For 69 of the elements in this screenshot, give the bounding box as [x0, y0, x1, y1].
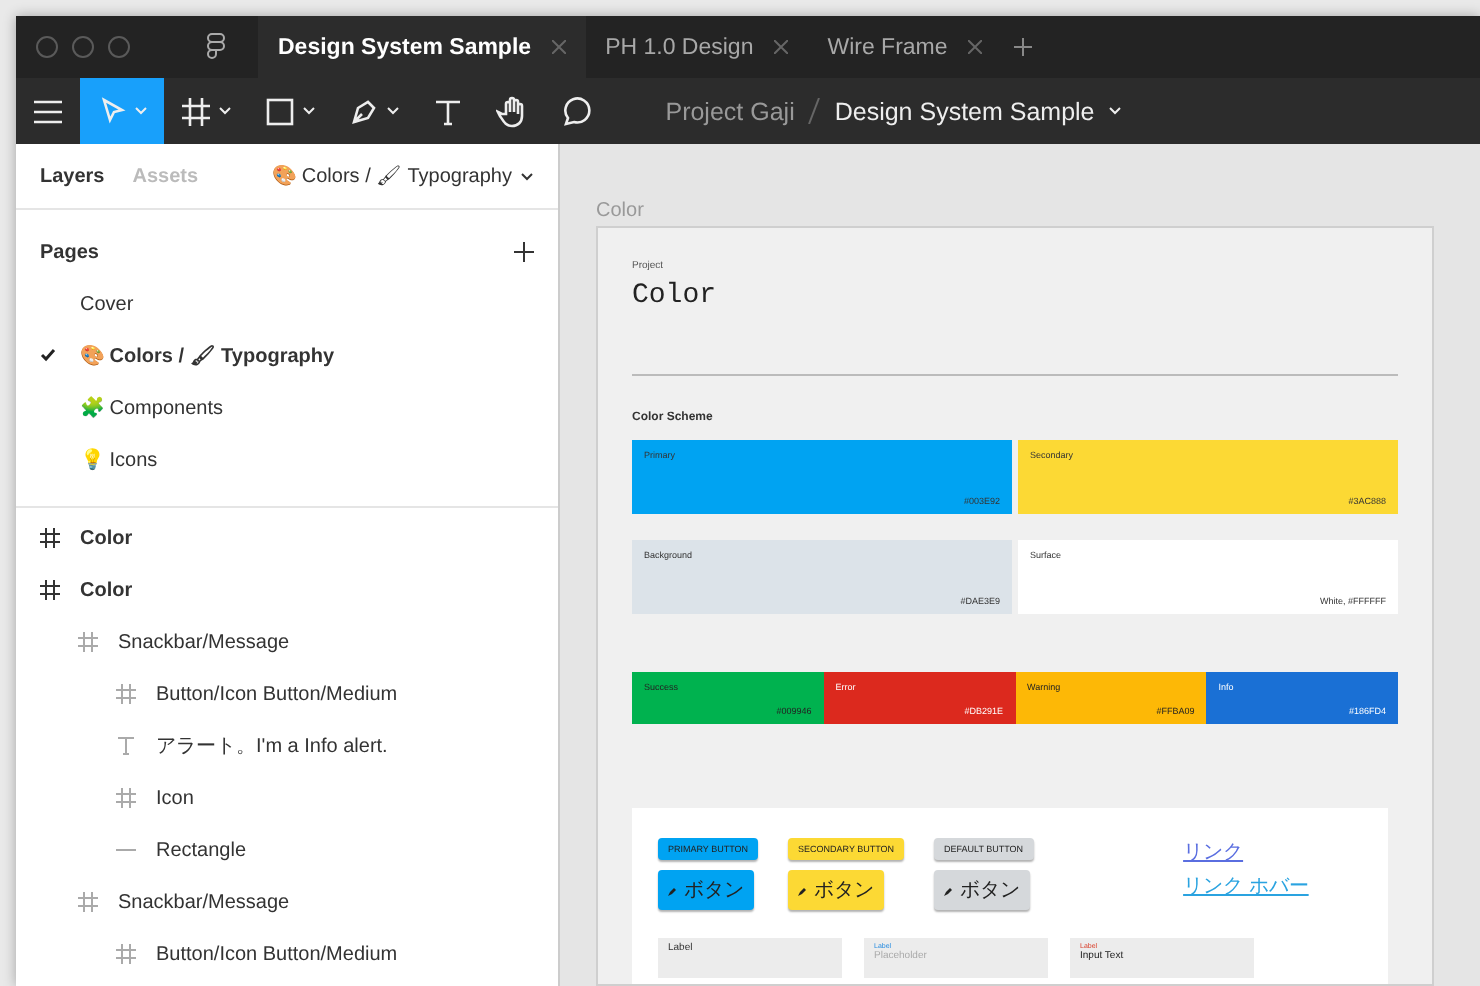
layer-name: Button/Icon Button/Medium — [156, 683, 398, 705]
cursor-icon — [96, 95, 128, 127]
caret-icon — [134, 106, 148, 116]
check-icon — [40, 348, 56, 362]
page-item[interactable]: Cover — [16, 278, 558, 330]
sample-icon-button[interactable]: ボタン — [788, 870, 885, 911]
layer-item[interactable]: Button/Icon Button/Medium — [16, 928, 558, 980]
line-icon — [116, 848, 136, 852]
page-item[interactable]: 🧩 Components — [16, 382, 558, 434]
layer-item[interactable]: Icon — [16, 772, 558, 824]
panel-tab[interactable]: Layers — [40, 165, 105, 187]
add-page-icon[interactable] — [514, 242, 534, 262]
frame-title: Color — [632, 280, 719, 312]
layer-name: Snackbar/Message — [118, 631, 290, 653]
file-tab[interactable]: PH 1.0 Design — [585, 16, 808, 78]
sample-icon-button[interactable]: ボタン — [934, 870, 1031, 911]
hash-icon — [116, 684, 136, 704]
page-item[interactable]: 💡 Icons — [16, 434, 558, 486]
text-icon — [432, 95, 464, 127]
close-icon[interactable] — [967, 40, 982, 54]
logo-icon — [206, 32, 226, 62]
hand-icon — [496, 95, 528, 127]
layer-item[interactable]: アラート。I'm a Info alert. — [16, 720, 558, 772]
caret-icon — [520, 171, 534, 181]
layer-name: Snackbar/Message — [118, 891, 290, 913]
caret-icon — [386, 106, 400, 116]
caret-icon — [302, 106, 316, 116]
close-icon[interactable] — [773, 40, 788, 54]
add-tab-icon[interactable] — [1013, 38, 1032, 56]
frame-icon — [180, 95, 212, 127]
layer-name: アラート。I'm a Info alert. — [156, 734, 388, 760]
layer-item[interactable]: Button/Icon Button/Medium — [16, 668, 558, 720]
hash-icon — [40, 528, 60, 548]
project-name[interactable]: Project Gaji — [665, 97, 795, 125]
menu-icon — [32, 97, 64, 125]
layer-item[interactable]: Color — [16, 564, 558, 616]
text-icon — [116, 736, 136, 756]
pen-icon — [798, 885, 809, 896]
hash-icon — [78, 632, 98, 652]
file-tab[interactable]: Wire Frame — [807, 16, 1002, 78]
square-icon — [264, 95, 296, 127]
hash-icon — [78, 892, 98, 912]
pen-icon — [944, 885, 955, 896]
layer-name: Color — [80, 579, 133, 601]
pages-heading: Pages — [40, 241, 99, 263]
sample-link[interactable]: リンク — [1183, 838, 1309, 866]
layer-item[interactable]: Color — [16, 512, 558, 564]
close-icon[interactable] — [551, 40, 566, 54]
hash-icon — [116, 944, 136, 964]
layer-name: Button/Icon Button/Medium — [156, 943, 398, 965]
file-name[interactable]: Design System Sample — [834, 97, 1095, 125]
hash-icon — [40, 580, 60, 600]
page-selector[interactable]: 🎨 Colors / 🖌 Typography — [272, 164, 534, 188]
layer-name: Icon — [156, 787, 194, 809]
page-item[interactable]: 🎨 Colors / 🖌 Typography — [16, 330, 558, 382]
comment-icon — [560, 95, 592, 127]
layer-name: Rectangle — [156, 839, 247, 861]
layer-item[interactable]: Snackbar/Message — [16, 616, 558, 668]
pen-icon — [348, 95, 380, 127]
layer-name: Color — [80, 527, 133, 549]
layer-item[interactable]: Snackbar/Message — [16, 876, 558, 928]
breadcrumb-separator-icon — [808, 98, 821, 124]
layer-item[interactable]: Rectangle — [16, 824, 558, 876]
sample-icon-button[interactable]: ボタン — [658, 870, 754, 911]
caret-icon — [1108, 106, 1123, 116]
pen-icon — [668, 885, 678, 896]
hash-icon — [116, 788, 136, 808]
caret-icon — [218, 106, 232, 116]
file-tab[interactable]: Design System Sample — [258, 16, 586, 78]
